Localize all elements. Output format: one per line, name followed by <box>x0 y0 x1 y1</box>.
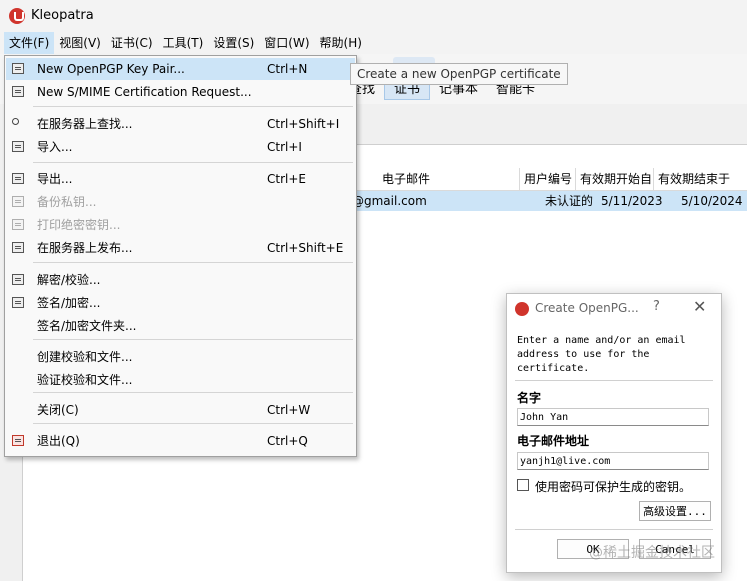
menu-0[interactable]: 文件(F) <box>4 32 55 54</box>
printer-icon <box>12 219 24 230</box>
dialog-title: Create OpenPG... <box>535 301 639 315</box>
email-label: 电子邮件地址 <box>517 434 590 448</box>
menu-item[interactable]: 退出(Q) Ctrl+Q <box>6 430 355 452</box>
menu-item[interactable]: 解密/校验... <box>6 269 355 291</box>
menu-item-shortcut: Ctrl+E <box>267 172 306 186</box>
import-icon <box>12 141 24 152</box>
watermark: @稀土掘金技术社区 <box>589 545 715 561</box>
menu-item-label: 在服务器上查找... <box>37 117 133 131</box>
search-icon <box>12 118 19 125</box>
menu-item-shortcut: Ctrl+Shift+I <box>267 117 340 131</box>
cell-user-id: 未认证的 <box>545 194 594 208</box>
menu-item[interactable]: 在服务器上查找... Ctrl+Shift+I <box>6 113 355 135</box>
decrypt-icon <box>12 274 24 285</box>
menu-item-label: 导入... <box>37 140 73 154</box>
cell-valid-until: 5/10/2024 <box>681 194 743 208</box>
quit-icon <box>12 435 24 446</box>
column-header[interactable]: 用户编号 <box>519 168 579 190</box>
menu-item-label: 备份私钥... <box>37 195 97 209</box>
menu-item[interactable]: New OpenPGP Key Pair... Ctrl+N <box>6 58 355 80</box>
menu-item-label: New OpenPGP Key Pair... <box>37 62 185 76</box>
menu-separator <box>33 423 353 424</box>
menu-item-label: 退出(Q) <box>37 434 80 448</box>
menu-item-shortcut: Ctrl+W <box>267 403 311 417</box>
menu-1[interactable]: 视图(V) <box>54 32 106 54</box>
menu-separator <box>33 162 353 163</box>
divider <box>515 529 713 530</box>
tooltip: Create a new OpenPGP certificate <box>350 63 568 85</box>
publish-icon <box>12 242 24 253</box>
menu-item-label: 打印绝密密钥... <box>37 218 121 232</box>
backup-icon <box>12 196 24 207</box>
menu-item-label: 签名/加密文件夹... <box>37 319 137 333</box>
menu-item[interactable]: 签名/加密... <box>6 292 355 314</box>
close-icon[interactable]: ✕ <box>693 297 706 316</box>
menu-item[interactable]: 打印绝密密钥... <box>6 214 355 236</box>
menu-item-label: 导出... <box>37 172 73 186</box>
email-field[interactable]: yanjh1@live.com <box>517 452 709 470</box>
cell-valid-from: 5/11/2023 <box>601 194 663 208</box>
menu-item-label: 创建校验和文件... <box>37 350 133 364</box>
menu-item-label: 验证校验和文件... <box>37 373 133 387</box>
menu-4[interactable]: 设置(S) <box>208 32 259 54</box>
sign-icon <box>12 297 24 308</box>
title-bar <box>0 0 747 32</box>
name-label: 名字 <box>517 391 542 405</box>
menu-item-shortcut: Ctrl+Shift+E <box>267 241 344 255</box>
menu-item[interactable]: 导出... Ctrl+E <box>6 168 355 190</box>
menu-6[interactable]: 帮助(H) <box>315 32 367 54</box>
menu-item-shortcut: Ctrl+I <box>267 140 302 154</box>
kleopatra-logo-icon <box>515 302 529 316</box>
menu-item-label: New S/MIME Certification Request... <box>37 85 252 99</box>
keypair-icon <box>12 86 24 97</box>
menu-item[interactable]: 关闭(C) Ctrl+W <box>6 399 355 421</box>
menu-item-label: 关闭(C) <box>37 403 79 417</box>
menu-separator <box>33 392 353 393</box>
menu-item-shortcut: Ctrl+Q <box>267 434 308 448</box>
menu-2[interactable]: 证书(C) <box>106 32 158 54</box>
protect-with-password-checkbox[interactable] <box>517 479 529 491</box>
divider <box>515 380 713 381</box>
menu-item-shortcut: Ctrl+N <box>267 62 308 76</box>
column-header[interactable]: 有效期开始自 <box>575 168 657 190</box>
menu-item[interactable]: New S/MIME Certification Request... <box>6 81 355 103</box>
menu-separator <box>33 262 353 263</box>
menu-5[interactable]: 窗口(W) <box>259 32 314 54</box>
name-field[interactable]: John Yan <box>517 408 709 426</box>
menu-item[interactable]: 导入... Ctrl+I <box>6 136 355 158</box>
create-openpgp-dialog: Create OpenPG... ? ✕ Enter a name and/or… <box>506 293 722 573</box>
help-icon[interactable]: ? <box>653 299 660 314</box>
column-header[interactable]: 有效期结束于 <box>653 168 738 190</box>
dialog-intro: Enter a name and/or an email address to … <box>517 335 686 374</box>
export-icon <box>12 173 24 184</box>
menu-item[interactable]: 备份私钥... <box>6 191 355 213</box>
menu-separator <box>33 106 353 107</box>
menu-item-label: 在服务器上发布... <box>37 241 133 255</box>
file-menu: New OpenPGP Key Pair... Ctrl+N New S/MIME … <box>4 55 357 457</box>
cell-email: @gmail.com <box>352 194 427 208</box>
menu-bar: 文件(F) 视图(V) 证书(C) 工具(T) 设置(S) 窗口(W) 帮助(H) <box>0 32 747 54</box>
advanced-settings-button[interactable]: 高级设置... <box>639 501 711 521</box>
keypair-icon <box>12 63 24 74</box>
kleopatra-logo-icon <box>9 8 25 24</box>
menu-separator <box>33 339 353 340</box>
menu-item-label: 解密/校验... <box>37 273 101 287</box>
menu-item-label: 签名/加密... <box>37 296 101 310</box>
protect-with-password-label: 使用密码可保护生成的密钥。 <box>535 480 692 494</box>
menu-item[interactable]: 在服务器上发布... Ctrl+Shift+E <box>6 237 355 259</box>
menu-item[interactable]: 验证校验和文件... <box>6 369 355 391</box>
window-title: Kleopatra <box>31 8 94 23</box>
menu-item[interactable]: 签名/加密文件夹... <box>6 315 355 337</box>
menu-3[interactable]: 工具(T) <box>158 32 209 54</box>
menu-item[interactable]: 创建校验和文件... <box>6 346 355 368</box>
